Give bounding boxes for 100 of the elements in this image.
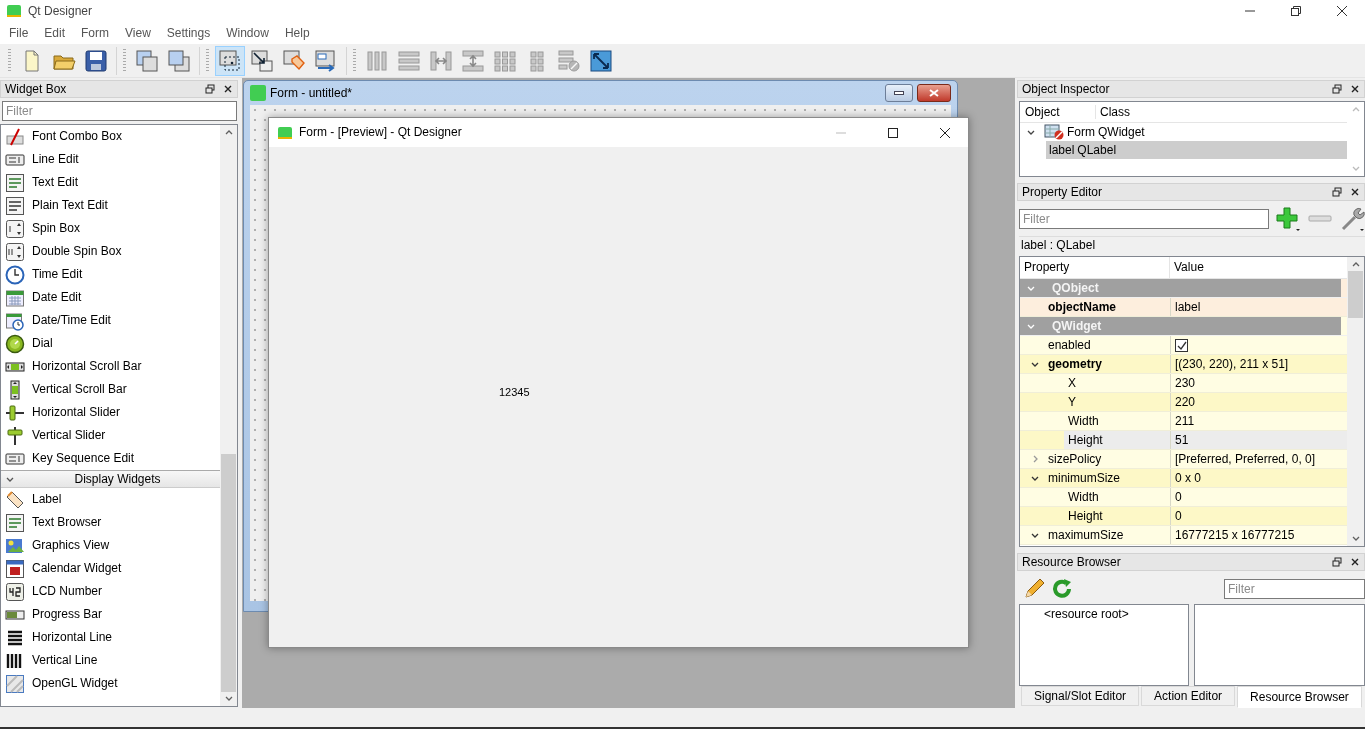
widget-item[interactable]: Calendar Widget — [32, 561, 122, 576]
refresh-icon[interactable] — [1051, 577, 1073, 600]
widget-item[interactable]: Label — [32, 492, 62, 507]
property-name[interactable]: X — [1064, 374, 1170, 392]
dock-tab[interactable]: Resource Browser — [1237, 686, 1362, 708]
property-name[interactable]: Width — [1064, 412, 1170, 430]
close-icon[interactable] — [223, 84, 233, 94]
widget-item[interactable]: Time Edit — [32, 267, 83, 282]
widget-item[interactable]: Horizontal Slider — [32, 405, 121, 420]
widget-item[interactable]: Dial — [32, 336, 53, 351]
menu-item[interactable]: Settings — [158, 25, 219, 41]
scrollbar-thumb[interactable] — [1348, 271, 1363, 318]
widget-item[interactable]: Text Browser — [32, 515, 102, 530]
property-name[interactable]: Height — [1064, 507, 1170, 525]
menu-item[interactable]: Form — [73, 25, 118, 41]
tree-row[interactable]: Form QWidget — [1044, 123, 1347, 141]
wrench-icon[interactable] — [1339, 206, 1365, 232]
property-value[interactable]: 211 — [1175, 413, 1195, 429]
property-value[interactable]: 220 — [1175, 394, 1196, 410]
widget-item[interactable]: Spin Box — [32, 221, 81, 236]
property-value[interactable]: label — [1175, 299, 1201, 315]
widget-item[interactable]: Graphics View — [32, 538, 110, 553]
category-header[interactable]: Display Widgets — [1, 470, 220, 488]
calendar-clock-icon — [5, 310, 25, 331]
maximize-icon[interactable] — [887, 126, 899, 139]
widget-item[interactable]: Font Combo Box — [32, 129, 123, 144]
property-name[interactable]: maximumSize — [1044, 526, 1170, 544]
add-icon[interactable] — [1275, 206, 1301, 232]
menu-item[interactable]: View — [117, 25, 159, 41]
widget-item[interactable]: Date Edit — [32, 290, 82, 305]
column-header[interactable]: Value — [1170, 260, 1204, 275]
window-title: Qt Designer — [28, 3, 94, 19]
float-icon[interactable] — [1332, 187, 1342, 197]
filter-field[interactable]: Filter — [2, 101, 237, 121]
scrollbar[interactable] — [1347, 257, 1364, 546]
column-header[interactable]: Property — [1020, 257, 1170, 278]
property-value[interactable]: 51 — [1175, 432, 1189, 448]
widget-item[interactable]: Text Edit — [32, 175, 79, 190]
widget-item[interactable]: Vertical Scroll Bar — [32, 382, 127, 397]
property-name[interactable]: Y — [1064, 393, 1170, 411]
widget-item[interactable]: Vertical Slider — [32, 428, 106, 443]
widget-item[interactable]: Plain Text Edit — [32, 198, 108, 213]
widget-item[interactable]: LCD Number — [32, 584, 103, 599]
dock-title: Resource Browser — [1022, 554, 1122, 570]
dock-title: Property Editor — [1022, 184, 1104, 200]
scrollbar[interactable] — [220, 125, 237, 706]
menu-item[interactable]: Window — [218, 25, 277, 41]
restore-icon[interactable] — [1290, 5, 1302, 17]
filter-field[interactable]: Filter — [1224, 578, 1365, 599]
property-value[interactable]: 16777215 x 16777215 — [1175, 527, 1295, 543]
property-name[interactable]: Width — [1064, 488, 1170, 506]
dock-tab[interactable]: Signal/Slot Editor — [1021, 686, 1140, 706]
close-icon[interactable] — [1350, 84, 1360, 94]
column-header[interactable]: Object — [1020, 104, 1096, 120]
widget-item[interactable]: Horizontal Line — [32, 630, 113, 645]
tree-item[interactable]: <resource root> — [1044, 607, 1188, 622]
widget-item[interactable]: Key Sequence Edit — [32, 451, 135, 466]
minimize-button[interactable] — [885, 84, 913, 102]
menu-item[interactable]: Help — [276, 25, 318, 41]
check-icon — [1176, 339, 1187, 351]
close-icon[interactable] — [1350, 557, 1360, 567]
widget-item[interactable]: Horizontal Scroll Bar — [32, 359, 142, 374]
menu-item[interactable]: File — [1, 25, 37, 41]
property-name[interactable]: minimumSize — [1044, 469, 1170, 487]
close-icon[interactable] — [1350, 187, 1360, 197]
float-icon[interactable] — [205, 84, 215, 94]
close-icon[interactable] — [939, 126, 951, 139]
property-value[interactable]: [Preferred, Preferred, 0, 0] — [1175, 451, 1316, 467]
column-header[interactable]: Class — [1096, 104, 1130, 120]
menu-item[interactable]: Edit — [36, 25, 74, 41]
widget-item[interactable]: Double Spin Box — [32, 244, 122, 259]
float-icon[interactable] — [1332, 84, 1342, 94]
widget-item[interactable]: Vertical Line — [32, 653, 98, 668]
filter-field[interactable]: Filter — [1019, 209, 1269, 229]
property-value[interactable]: [(230, 220), 211 x 51] — [1175, 356, 1289, 372]
dock-title: Object Inspector — [1022, 81, 1111, 97]
slider-icon — [5, 402, 25, 423]
scrollbar-thumb[interactable] — [221, 454, 236, 692]
widget-item[interactable]: OpenGL Widget — [32, 676, 118, 691]
property-name[interactable]: sizePolicy — [1044, 450, 1170, 468]
property-value[interactable]: 230 — [1175, 375, 1196, 391]
minimize-icon[interactable] — [894, 90, 904, 96]
widget-item[interactable]: Line Edit — [32, 152, 79, 167]
widget-item[interactable]: Date/Time Edit — [32, 313, 111, 328]
float-icon[interactable] — [1332, 557, 1342, 567]
close-icon[interactable] — [1336, 5, 1348, 17]
dock-tab[interactable]: Action Editor — [1141, 686, 1236, 706]
tree-row[interactable]: label QLabel — [1046, 141, 1347, 159]
pencil-icon[interactable] — [1023, 577, 1045, 600]
close-button[interactable] — [917, 84, 951, 102]
property-value[interactable]: 0 — [1175, 508, 1182, 524]
property-name[interactable]: objectName — [1044, 298, 1170, 316]
property-value[interactable]: 0 — [1175, 489, 1182, 505]
property-name[interactable]: Height — [1064, 431, 1170, 449]
app-logo-icon — [250, 85, 266, 101]
widget-item[interactable]: Progress Bar — [32, 607, 103, 622]
text-box-icon — [5, 195, 25, 216]
property-value[interactable]: 0 x 0 — [1175, 470, 1201, 486]
checkbox[interactable] — [1175, 338, 1188, 352]
property-name[interactable]: geometry — [1044, 355, 1170, 373]
